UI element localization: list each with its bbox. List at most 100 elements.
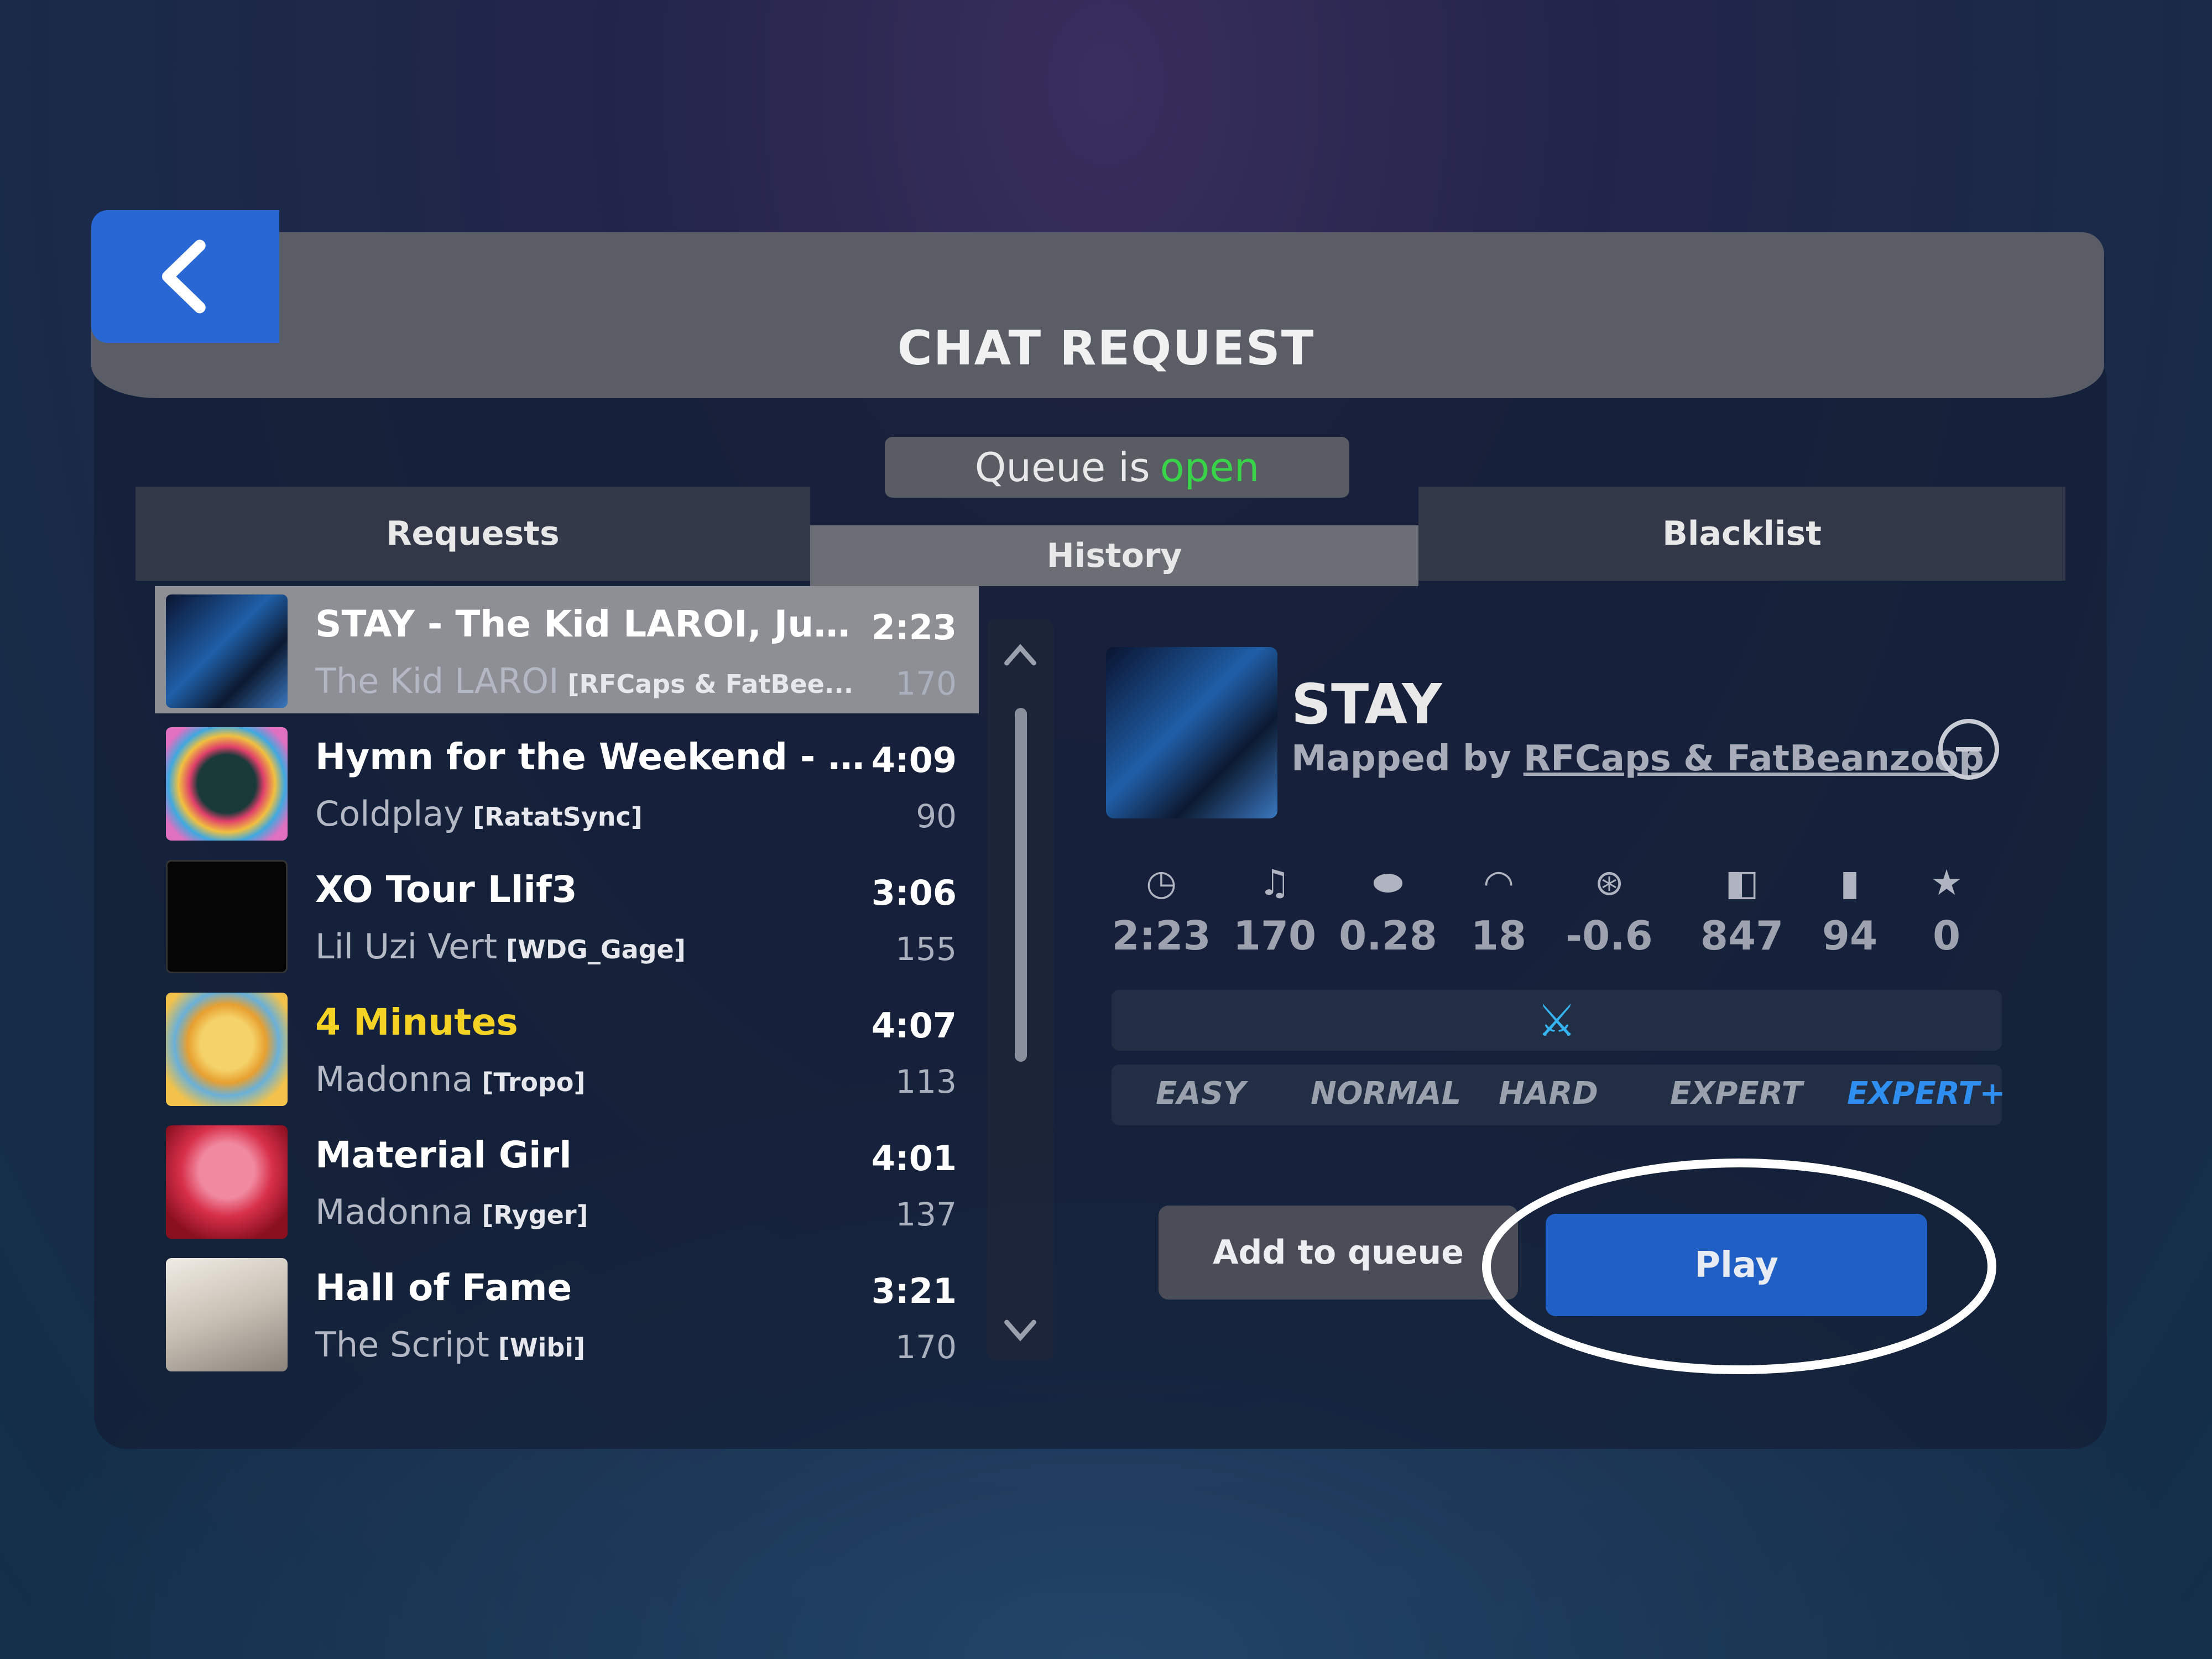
song-duration: 2:23 [871,607,957,648]
difficulty-normal[interactable]: NORMAL [1311,1076,1461,1112]
stat-stars: ★ 0 [1897,863,1996,959]
song-artist: Madonna [315,1192,473,1232]
metronome-icon: ♫ [1259,863,1291,904]
list-scrollbar[interactable] [987,619,1053,1360]
song-artist: The Kid LAROI [315,661,559,701]
stat-notes: ◧ 847 [1692,863,1792,959]
song-mapper: [RatatSync] [473,802,643,832]
difficulty-expert[interactable]: EXPERT [1670,1076,1803,1112]
song-title: Hall of Fame [315,1266,572,1309]
song-artist: The Script [315,1324,489,1365]
request-list: STAY - The Kid LAROI, Justi... The Kid L… [155,586,979,1394]
song-title: STAY - The Kid LAROI, Justi... [315,603,868,645]
queue-status-prefix: Queue is [974,444,1150,491]
list-item[interactable]: STAY - The Kid LAROI, Justi... The Kid L… [155,586,979,713]
highlight-annotation [1482,1159,1996,1374]
song-title: 4 Minutes [315,1001,518,1044]
mapped-by-prefix: Mapped by [1291,738,1511,779]
list-item[interactable]: Hall of Fame The Script [Wibi] 3:21 170 [155,1250,979,1377]
song-mapper: [Ryger] [482,1200,588,1230]
album-art [166,993,288,1106]
song-mapper: [Wibi] [498,1333,586,1363]
album-art [166,1125,288,1239]
clock-icon: ◷ [1146,863,1177,904]
song-mapper: [WDG_Gage] [506,935,686,964]
list-item[interactable]: XO Tour Llif3 Lil Uzi Vert [WDG_Gage] 3:0… [155,852,979,979]
detail-mapped-by: Mapped by RFCaps & FatBeanzoop [1291,738,1984,779]
song-artist: Coldplay [315,794,465,834]
pill-icon: ⬬ [1373,863,1404,904]
stat-bombs: ▮ 94 [1800,863,1900,959]
cube-icon: ◧ [1725,863,1759,904]
stat-njs: ◠ 18 [1449,863,1548,959]
song-bpm: 90 [916,797,957,835]
song-artist-line: The Script [Wibi] [315,1324,879,1365]
stat-value: -0.6 [1566,912,1653,959]
album-art [166,860,288,973]
song-bpm: 113 [895,1063,957,1100]
stat-nps: ⬬ 0.28 [1338,863,1438,959]
stat-value: 0.28 [1339,912,1437,959]
album-art [166,727,288,841]
tab-requests[interactable]: Requests [135,487,810,581]
page-title: CHAT REQUEST [897,321,1315,376]
song-duration: 4:09 [871,740,957,780]
difficulty-easy[interactable]: EASY [1156,1076,1245,1112]
difficulty-selector: EASY NORMAL HARD EXPERT EXPERT+ [1112,1065,2005,1125]
list-item[interactable]: Hymn for the Weekend - C... Coldplay [Rat… [155,719,979,846]
chevron-left-icon [162,239,206,314]
add-to-queue-button[interactable]: Add to queue [1159,1206,1518,1300]
song-title: XO Tour Llif3 [315,868,577,911]
song-artist: Lil Uzi Vert [315,926,498,967]
speedometer-icon: ◠ [1483,863,1514,904]
stat-duration: ◷ 2:23 [1112,863,1211,959]
stat-value: 170 [1233,912,1317,959]
song-artist-line: Madonna [Ryger] [315,1192,879,1232]
map-stats: ◷ 2:23 ♫ 170 ⬬ 0.28 ◠ 18 ⊛ -0.6 ◧ 847 ▮ … [1112,863,1996,973]
album-art [166,594,288,708]
song-artist-line: The Kid LAROI [RFCaps & FatBee... [315,661,879,701]
song-artist: Madonna [315,1059,473,1099]
song-duration: 4:01 [871,1138,957,1178]
offset-icon: ⊛ [1594,863,1624,904]
stat-value: 18 [1470,912,1527,959]
song-bpm: 170 [895,665,957,702]
song-artist-line: Lil Uzi Vert [WDG_Gage] [315,926,879,967]
song-artist-line: Madonna [Tropo] [315,1059,879,1099]
difficulty-hard[interactable]: HARD [1499,1076,1598,1112]
song-artist-line: Coldplay [RatatSync] [315,794,879,834]
one-saber-icon[interactable]: ⚔ [1537,995,1577,1046]
detail-song-title: STAY [1291,672,1442,737]
stat-bpm: ♫ 170 [1225,863,1324,959]
stat-value: 94 [1822,912,1878,959]
song-bpm: 155 [895,930,957,968]
song-bpm: 137 [895,1196,957,1233]
remove-request-button[interactable] [1938,719,1999,780]
tab-blacklist[interactable]: Blacklist [1418,487,2065,581]
list-item[interactable]: 4 Minutes Madonna [Tropo] 4:07 113 [155,984,979,1112]
scrollbar-thumb[interactable] [1015,708,1027,1062]
song-duration: 3:06 [871,873,957,913]
chevron-down-icon[interactable] [1001,1311,1040,1349]
bomb-icon: ▮ [1840,863,1860,904]
song-mapper: [RFCaps & FatBee... [567,669,854,699]
stat-offset: ⊛ -0.6 [1559,863,1659,959]
stat-value: 847 [1700,912,1784,959]
stat-value: 0 [1932,912,1961,959]
characteristic-selector[interactable]: ⚔ [1112,990,2002,1051]
song-duration: 4:07 [871,1005,957,1046]
detail-album-art [1106,647,1277,818]
tab-history[interactable]: History [810,525,1418,586]
song-title: Material Girl [315,1134,572,1176]
song-mapper: [Tropo] [482,1067,586,1097]
tab-bar: Requests History Blacklist [135,487,2065,586]
stat-value: 2:23 [1112,912,1211,959]
song-bpm: 170 [895,1328,957,1366]
song-duration: 3:21 [871,1271,957,1311]
chevron-up-icon[interactable] [1001,636,1040,675]
difficulty-expert-plus[interactable]: EXPERT+ [1847,1076,2005,1112]
mapper-link[interactable]: RFCaps & FatBeanzoop [1524,738,1984,779]
album-art [166,1258,288,1371]
queue-status-state: open [1160,444,1260,491]
list-item[interactable]: Material Girl Madonna [Ryger] 4:01 137 [155,1117,979,1244]
